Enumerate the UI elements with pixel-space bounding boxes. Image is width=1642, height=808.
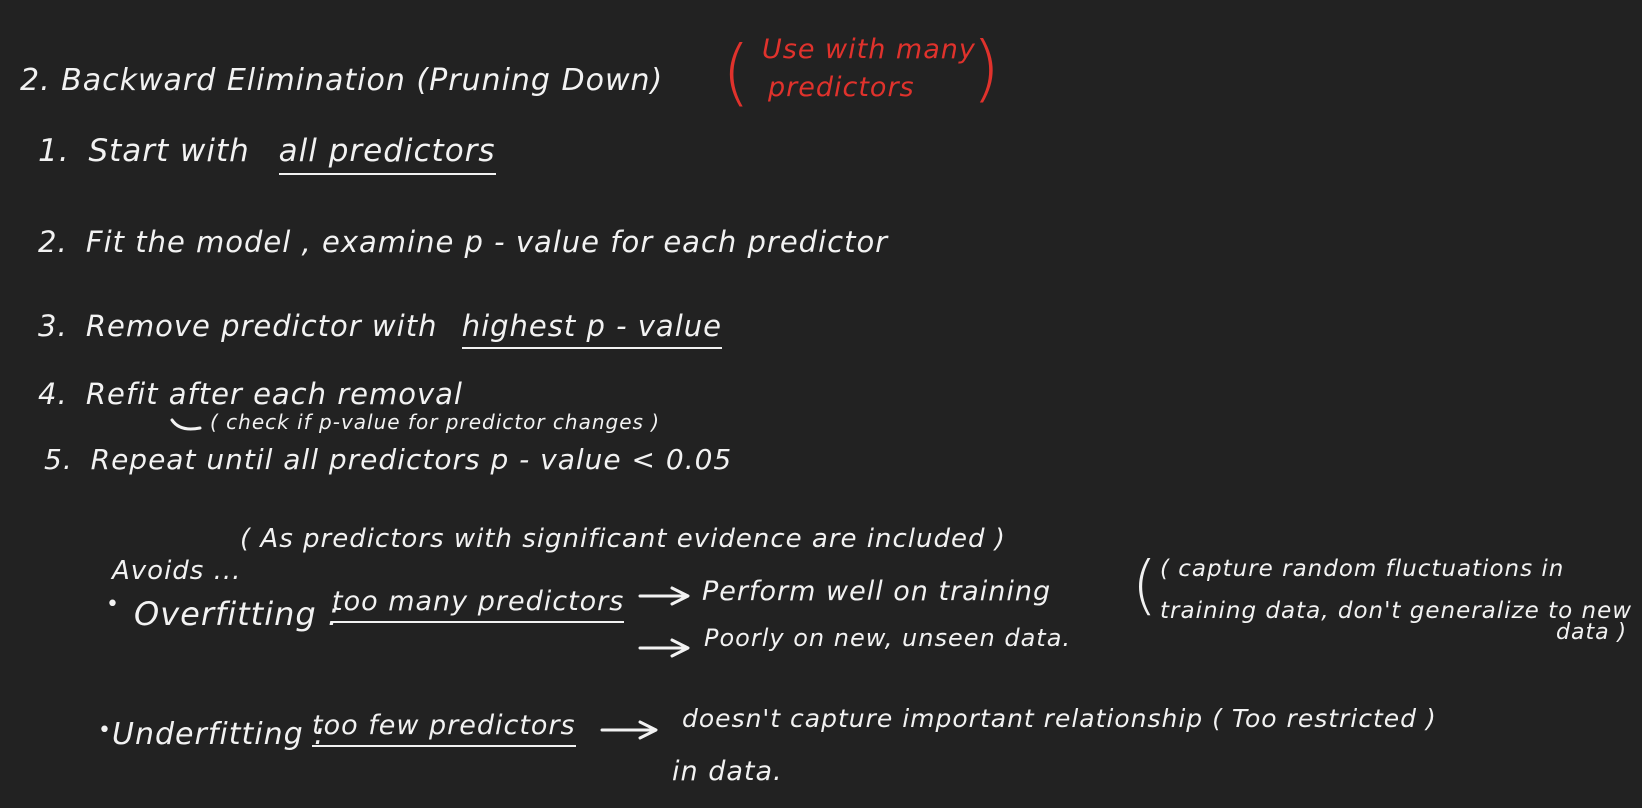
note-canvas: 2. Backward Elimination (Pruning Down) (… (0, 0, 1642, 808)
hook-arrow-step-4 (170, 418, 202, 431)
ink-strokes (170, 418, 690, 740)
arrow-underfitting (600, 720, 658, 740)
arrow-overfitting-2 (638, 638, 690, 658)
arrow-overfitting-1 (638, 586, 690, 606)
